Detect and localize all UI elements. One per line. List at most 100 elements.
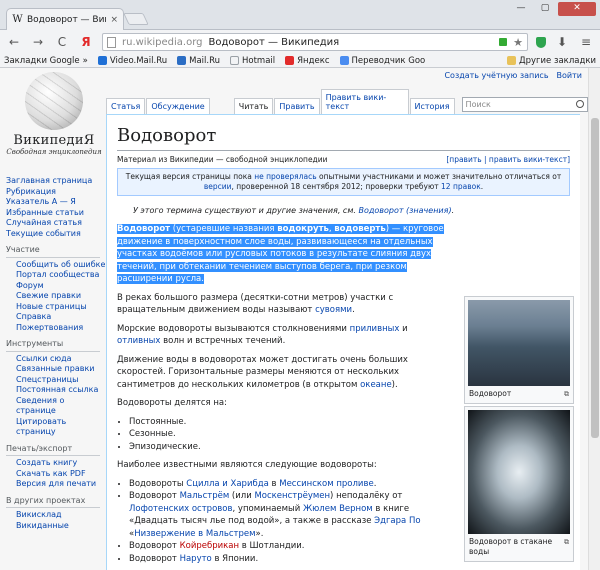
tab-history[interactable]: История: [409, 98, 455, 114]
sidebar-link[interactable]: Постоянная ссылка: [6, 385, 106, 396]
lock-icon[interactable]: [499, 38, 508, 46]
bookmark-favicon-icon: [97, 56, 107, 65]
back-button[interactable]: ←: [6, 35, 22, 49]
wikipedia-favicon-icon: W: [12, 14, 23, 25]
bookmark-favicon-icon: [285, 56, 295, 65]
other-bookmarks[interactable]: Другие закладки: [506, 56, 596, 66]
tab-article[interactable]: Статья: [106, 98, 146, 114]
list-item: Водоворот Мальстрём (или Москенстрёумен)…: [129, 490, 459, 540]
sidebar-link[interactable]: Скачать как PDF: [6, 469, 106, 480]
sidebar-link[interactable]: Связанные правки: [6, 364, 106, 375]
review-notice: Текущая версия страницы пока не проверял…: [117, 168, 570, 196]
magnify-icon[interactable]: ⧉: [564, 537, 569, 547]
yandex-button[interactable]: Я: [78, 35, 94, 49]
scrollbar[interactable]: [588, 68, 600, 570]
tab-title: Водоворот — Википедия: [27, 14, 106, 25]
bookmark-item[interactable]: Hotmail: [230, 56, 275, 66]
scrollbar-thumb[interactable]: [591, 118, 599, 438]
sidebar-link[interactable]: Заглавная страница: [6, 176, 106, 187]
minimize-button[interactable]: —: [510, 2, 532, 16]
sidebar-link[interactable]: Указатель А — Я: [6, 197, 106, 208]
hatnote: У этого термина существуют и другие знач…: [133, 206, 455, 215]
reload-button[interactable]: C: [54, 35, 70, 49]
tab-read[interactable]: Читать: [233, 98, 274, 114]
sidebar-link[interactable]: Сведения о странице: [6, 396, 106, 417]
bookmark-favicon-icon: [339, 56, 349, 65]
sidebar-link[interactable]: Избранные статьи: [6, 208, 106, 219]
sidebar-link[interactable]: Создать книгу: [6, 458, 106, 469]
page-title: Водоворот: [117, 125, 570, 151]
bookmark-item[interactable]: Яндекс: [285, 56, 330, 66]
browser-tab[interactable]: W Водоворот — Википедия ×: [6, 8, 124, 30]
sidebar-link[interactable]: Портал сообщества: [6, 270, 106, 281]
sidebar-link[interactable]: Справка: [6, 312, 106, 323]
list-item: Эпизодические.: [129, 441, 459, 454]
download-button[interactable]: ⬇: [554, 35, 570, 49]
thumbnail-caption: Водоворот ⧉: [469, 389, 569, 399]
personal-links: Создать учётную запись Войти: [444, 71, 582, 80]
sidebar-link[interactable]: Новые страницы: [6, 302, 106, 313]
logo-wordmark: ВикипедиЯ: [13, 133, 95, 148]
tab-edit[interactable]: Править: [274, 98, 320, 114]
famous-list: Водовороты Сцилла и Харибда в Мессинском…: [129, 478, 459, 566]
page-icon: [107, 36, 116, 48]
forward-button[interactable]: →: [30, 35, 46, 49]
address-bar[interactable]: ru.wikipedia.org Водоворот — Википедия ★: [102, 33, 528, 51]
sidebar-link[interactable]: Пожертвования: [6, 323, 106, 334]
folder-icon: [506, 56, 516, 65]
list-item: Водоворот Наруто в Японии.: [129, 553, 459, 566]
menu-button[interactable]: ≡: [578, 35, 594, 49]
bookmark-item[interactable]: Mail.Ru: [177, 56, 220, 66]
edit-links[interactable]: [править | править вики-текст]: [446, 155, 570, 164]
sidebar-link[interactable]: Текущие события: [6, 229, 106, 240]
login-link[interactable]: Войти: [557, 71, 582, 80]
whirlpool-image[interactable]: [468, 300, 570, 386]
paragraph: В реках большого размера (десятки-сотни …: [117, 292, 394, 316]
bookmark-item[interactable]: Video.Mail.Ru: [97, 56, 167, 66]
bookmark-star-icon[interactable]: ★: [513, 36, 523, 49]
tab-close-icon[interactable]: ×: [110, 15, 118, 25]
sidebar-heading[interactable]: Участие: [6, 245, 100, 258]
sidebar-link[interactable]: Викиданные: [6, 521, 106, 532]
sidebar-link[interactable]: Случайная статья: [6, 218, 106, 229]
sidebar-link[interactable]: Спецстраницы: [6, 375, 106, 386]
sidebar: Заглавная страница Рубрикация Указатель …: [6, 176, 106, 531]
logo-motto: Свободная энциклопедия: [6, 148, 102, 156]
sidebar-link[interactable]: Рубрикация: [6, 187, 106, 198]
bookmarks-bar: Закладки Google» Video.Mail.Ru Mail.Ru H…: [0, 54, 600, 68]
sidebar-heading[interactable]: В других проектах: [6, 496, 100, 508]
paragraph: Наиболее известными являются следующие в…: [117, 460, 377, 470]
tab-discussion[interactable]: Обсуждение: [146, 98, 210, 114]
new-tab-button[interactable]: [123, 13, 149, 25]
sidebar-link[interactable]: Викисклад: [6, 510, 106, 521]
magnify-icon[interactable]: ⧉: [564, 389, 569, 399]
create-account-link[interactable]: Создать учётную запись: [444, 71, 548, 80]
sidebar-projects: В других проектах Викисклад Викиданные: [6, 496, 106, 532]
bookmark-item[interactable]: Переводчик Goo: [339, 56, 425, 66]
disambiguation-link[interactable]: Водоворот (значения): [358, 206, 451, 215]
adblock-shield-icon[interactable]: [536, 36, 546, 48]
maximize-button[interactable]: ▢: [534, 2, 556, 16]
sidebar-link[interactable]: Сообщить об ошибке: [6, 260, 106, 271]
wikipedia-logo[interactable]: ВикипедиЯ Свободная энциклопедия: [6, 72, 102, 164]
close-window-button[interactable]: ✕: [558, 2, 596, 16]
sidebar-link[interactable]: Версия для печати: [6, 479, 106, 490]
sidebar-link[interactable]: Цитировать страницу: [6, 417, 106, 438]
search-icon[interactable]: [576, 100, 584, 108]
bookmark-favicon-icon: [177, 56, 187, 65]
sidebar-link[interactable]: Форум: [6, 281, 106, 292]
lead-paragraph: Водоворот (устаревшие названия водокруть…: [117, 224, 444, 284]
tab-edit-source[interactable]: Править вики-текст: [320, 89, 409, 114]
sidebar-heading[interactable]: Печать/экспорт: [6, 444, 100, 456]
types-list: Постоянные. Сезонные. Эпизодические.: [129, 416, 459, 454]
sidebar-link[interactable]: Ссылки сюда: [6, 354, 106, 365]
bookmark-google[interactable]: Закладки Google»: [4, 56, 88, 66]
search-input[interactable]: Поиск: [461, 97, 588, 112]
glass-whirlpool-image[interactable]: [468, 410, 570, 534]
paragraph: Морские водовороты вызываются столкновен…: [117, 323, 408, 347]
sidebar-link[interactable]: Свежие правки: [6, 291, 106, 302]
sidebar-heading[interactable]: Инструменты: [6, 339, 100, 352]
list-item: Водоворот Койребрикан в Шотландии.: [129, 540, 459, 553]
page-viewport: Создать учётную запись Войти ВикипедиЯ С…: [0, 68, 588, 570]
window-controls: — ▢ ✕: [510, 2, 596, 16]
